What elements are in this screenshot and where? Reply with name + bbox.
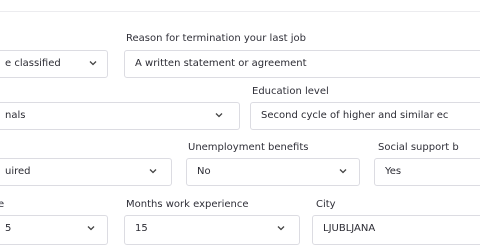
termination-reason-select[interactable]: A written statement or agreement xyxy=(124,50,480,78)
months-work-experience-label: Months work experience xyxy=(126,199,249,210)
months-work-experience-value: 15 xyxy=(135,223,148,234)
unemployment-benefits-select[interactable]: No xyxy=(186,158,360,186)
experience-years-value: 5 xyxy=(5,223,12,234)
chevron-down-icon xyxy=(147,165,159,177)
months-work-experience-select[interactable]: 15 xyxy=(124,215,300,245)
chevron-down-icon xyxy=(85,222,97,234)
chevron-down-icon xyxy=(87,57,99,69)
termination-reason-label: Reason for termination your last job xyxy=(126,33,307,44)
required-status-select[interactable]: uired xyxy=(0,158,172,186)
classification-select[interactable]: e classified xyxy=(0,50,108,78)
social-support-value: Yes xyxy=(385,166,402,177)
city-label: City xyxy=(316,199,336,210)
termination-reason-value: A written statement or agreement xyxy=(135,58,307,69)
education-level-label: Education level xyxy=(252,86,329,97)
classification-value: e classified xyxy=(5,58,61,69)
chevron-down-icon xyxy=(275,222,287,234)
social-support-select[interactable]: Yes xyxy=(374,158,480,186)
chevron-down-icon xyxy=(213,109,225,121)
chevron-down-icon xyxy=(337,165,349,177)
qualification-value: nals xyxy=(5,110,26,121)
experience-years-label: e xyxy=(0,199,5,210)
unemployment-benefits-label: Unemployment benefits xyxy=(188,142,309,153)
form-top-divider xyxy=(0,0,480,12)
qualification-select[interactable]: nals xyxy=(0,102,240,130)
social-support-label: Social support b xyxy=(378,142,459,153)
city-value: LJUBLJANA xyxy=(323,223,376,234)
city-select[interactable]: LJUBLJANA xyxy=(312,215,480,245)
unemployment-benefits-value: No xyxy=(197,166,211,177)
education-level-select[interactable]: Second cycle of higher and similar ec xyxy=(250,102,480,130)
education-level-value: Second cycle of higher and similar ec xyxy=(261,110,449,121)
required-status-value: uired xyxy=(5,166,31,177)
experience-years-select[interactable]: 5 xyxy=(0,215,108,245)
